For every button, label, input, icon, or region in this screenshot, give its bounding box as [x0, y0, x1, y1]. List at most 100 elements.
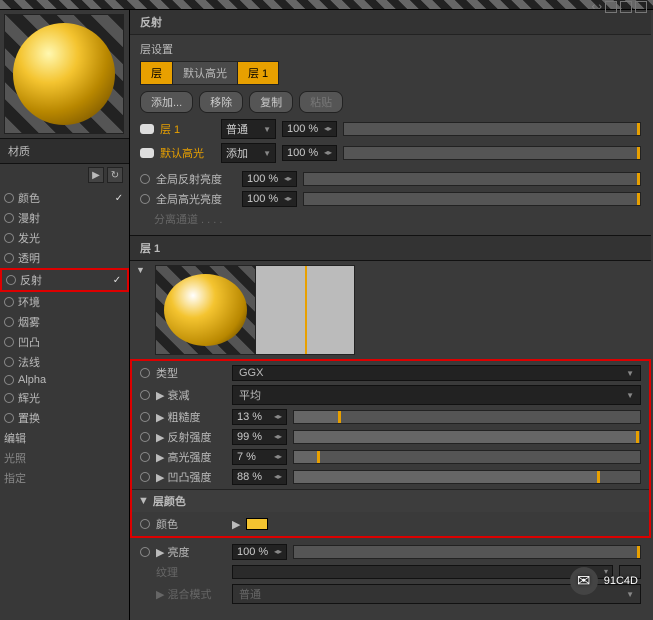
attr-checkbox[interactable]	[113, 212, 125, 224]
paste-button[interactable]: 粘贴	[299, 91, 343, 113]
bumpstr-radio[interactable]	[140, 472, 150, 482]
attr-row-凹凸[interactable]: 凹凸	[0, 332, 129, 352]
rough-slider[interactable]	[293, 410, 641, 424]
attr-row-法线[interactable]: 法线	[0, 352, 129, 372]
attr-checkbox[interactable]	[113, 374, 125, 386]
attr-checkbox[interactable]	[113, 316, 125, 328]
menu-icon[interactable]	[635, 1, 647, 13]
reflstr-slider[interactable]	[293, 430, 641, 444]
add-button[interactable]: 添加...	[140, 91, 193, 113]
nav-next-button[interactable]: ↻	[107, 167, 123, 183]
global-slider[interactable]	[303, 172, 641, 186]
color-swatch[interactable]	[246, 518, 268, 530]
attr-checkbox[interactable]	[113, 336, 125, 348]
layer-name[interactable]: 默认高光	[160, 145, 215, 161]
rough-spinner[interactable]: 13 %◂▸	[232, 409, 287, 425]
attr-row-环境[interactable]: 环境	[0, 292, 129, 312]
copy-button[interactable]: 复制	[249, 91, 293, 113]
expand-icon[interactable]: ▶	[156, 471, 164, 484]
attr-row-漫射[interactable]: 漫射	[0, 208, 129, 228]
chevron-right-icon[interactable]: ›	[598, 1, 602, 13]
layer-opacity-spinner[interactable]: 100 %◂▸	[282, 145, 337, 161]
visibility-icon[interactable]	[140, 124, 154, 134]
attr-checkbox[interactable]	[113, 392, 125, 404]
specstr-radio[interactable]	[140, 452, 150, 462]
atten-dropdown[interactable]: 平均▼	[232, 385, 641, 405]
attr-radio[interactable]	[4, 337, 14, 347]
attr-row-编辑[interactable]: 编辑	[0, 428, 129, 448]
attr-row-反射[interactable]: 反射	[2, 270, 127, 290]
reflstr-radio[interactable]	[140, 432, 150, 442]
attr-radio[interactable]	[4, 317, 14, 327]
tab-layer1[interactable]: 层 1	[237, 61, 279, 85]
nav-prev-button[interactable]: ▶	[88, 167, 104, 183]
attr-radio[interactable]	[4, 393, 14, 403]
expand-icon[interactable]: ▶	[156, 451, 164, 464]
specstr-slider[interactable]	[293, 450, 641, 464]
remove-button[interactable]: 移除	[199, 91, 243, 113]
tab-default-specular[interactable]: 默认高光	[172, 61, 237, 85]
attr-radio[interactable]	[4, 213, 14, 223]
type-dropdown[interactable]: GGX▼	[232, 365, 641, 381]
global-radio[interactable]	[140, 174, 150, 184]
attr-row-烟雾[interactable]: 烟雾	[0, 312, 129, 332]
attr-row-Alpha[interactable]: Alpha	[0, 372, 129, 388]
brightness-spinner[interactable]: 100 %◂▸	[232, 544, 287, 560]
attr-radio[interactable]	[6, 275, 16, 285]
attr-checkbox[interactable]	[113, 296, 125, 308]
layer-opacity-slider[interactable]	[343, 122, 641, 136]
pin-icon[interactable]	[605, 1, 617, 13]
lock-icon[interactable]	[620, 1, 632, 13]
layer1-header[interactable]: 层 1	[130, 235, 651, 261]
attr-checkbox[interactable]	[113, 192, 125, 204]
attr-row-光照[interactable]: 光照	[0, 448, 129, 468]
attr-row-透明[interactable]: 透明	[0, 248, 129, 268]
blend-mode-dropdown[interactable]: 添加▼	[221, 143, 276, 163]
attr-row-指定[interactable]: 指定	[0, 468, 129, 488]
attr-radio[interactable]	[4, 297, 14, 307]
attr-checkbox[interactable]	[113, 412, 125, 424]
expand-icon[interactable]: ▶	[156, 431, 164, 444]
expand-icon[interactable]: ▶	[232, 518, 240, 531]
bumpstr-spinner[interactable]: 88 %◂▸	[232, 469, 287, 485]
brightness-slider[interactable]	[293, 545, 641, 559]
attr-row-辉光[interactable]: 辉光	[0, 388, 129, 408]
attr-radio[interactable]	[4, 193, 14, 203]
attr-row-颜色[interactable]: 颜色	[0, 188, 129, 208]
layer-opacity-spinner[interactable]: 100 %◂▸	[282, 121, 337, 137]
attr-checkbox[interactable]	[113, 252, 125, 264]
rough-radio[interactable]	[140, 412, 150, 422]
blend-mode-dropdown[interactable]: 普通▼	[221, 119, 276, 139]
specstr-spinner[interactable]: 7 %◂▸	[232, 449, 287, 465]
attr-checkbox[interactable]	[113, 356, 125, 368]
attr-radio[interactable]	[4, 413, 14, 423]
color-radio[interactable]	[140, 519, 150, 529]
expand-icon[interactable]: ▼	[138, 495, 149, 507]
attr-radio[interactable]	[4, 253, 14, 263]
reflstr-spinner[interactable]: 99 %◂▸	[232, 429, 287, 445]
expand-icon[interactable]: ▶	[156, 546, 164, 559]
attr-radio[interactable]	[4, 233, 14, 243]
attr-radio[interactable]	[4, 357, 14, 367]
brightness-radio[interactable]	[140, 547, 150, 557]
attr-row-置换[interactable]: 置换	[0, 408, 129, 428]
global-spinner[interactable]: 100 %◂▸	[242, 171, 297, 187]
attr-row-发光[interactable]: 发光	[0, 228, 129, 248]
visibility-icon[interactable]	[140, 148, 154, 158]
type-radio[interactable]	[140, 368, 150, 378]
chevron-left-icon[interactable]: ‹	[592, 1, 596, 13]
bumpstr-slider[interactable]	[293, 470, 641, 484]
layer1-twist-icon[interactable]: ▼	[130, 261, 147, 275]
global-spinner[interactable]: 100 %◂▸	[242, 191, 297, 207]
atten-radio[interactable]	[140, 390, 150, 400]
global-radio[interactable]	[140, 194, 150, 204]
attr-checkbox[interactable]	[111, 274, 123, 286]
layer-opacity-slider[interactable]	[343, 146, 641, 160]
expand-icon[interactable]: ▶	[156, 389, 164, 402]
attr-checkbox[interactable]	[113, 232, 125, 244]
expand-icon[interactable]: ▶	[156, 411, 164, 424]
tab-layer[interactable]: 层	[140, 61, 172, 85]
layer-name[interactable]: 层 1	[160, 121, 215, 137]
attr-radio[interactable]	[4, 375, 14, 385]
global-slider[interactable]	[303, 192, 641, 206]
